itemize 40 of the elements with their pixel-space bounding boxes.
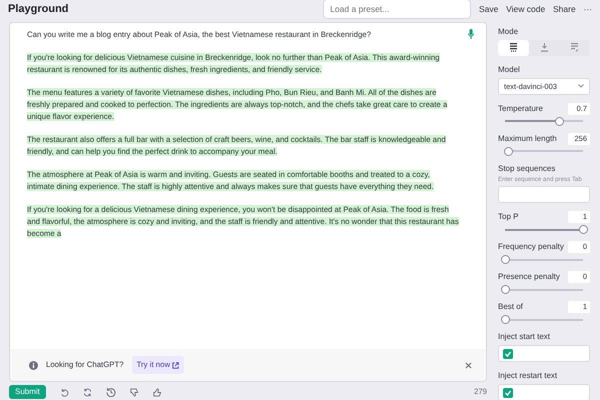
history-icon[interactable] (106, 387, 116, 397)
field-label: Stop sequences (498, 162, 556, 175)
header-action-button[interactable]: Share (553, 2, 576, 16)
complete-mode-tab[interactable] (498, 40, 529, 56)
microphone-icon[interactable] (468, 29, 474, 39)
info-icon (29, 360, 38, 370)
input-field[interactable] (498, 186, 590, 204)
download-icon (540, 43, 548, 52)
thumbs-up-icon[interactable] (152, 388, 162, 396)
chevron-down-icon (578, 84, 584, 88)
slider-thumb[interactable] (578, 225, 588, 234)
more-button[interactable]: ··· (584, 2, 592, 16)
preset-select[interactable]: Load a preset... (323, 0, 472, 19)
slider-thumb[interactable] (555, 116, 564, 126)
undo-icon[interactable] (60, 388, 69, 396)
checkbox[interactable] (503, 349, 513, 360)
field-label: Inject restart text (498, 370, 558, 382)
field-label: Frequency penalty (498, 241, 564, 254)
slider-thumb[interactable] (500, 315, 510, 324)
field-label: Best of (498, 301, 523, 314)
header-action-button[interactable]: Save (478, 2, 498, 16)
checkbox[interactable] (503, 388, 513, 398)
refresh-icon[interactable] (82, 388, 92, 396)
slider-thumb[interactable] (504, 146, 514, 156)
close-icon[interactable] (465, 362, 472, 368)
lines-icon (510, 43, 517, 52)
field-label: Top P (498, 211, 518, 224)
field-label: Inject start text (498, 331, 552, 344)
field-label: Model (498, 64, 521, 76)
external-link-icon (172, 362, 180, 369)
field-label: Presence penalty (498, 271, 560, 284)
field-label: Mode (498, 26, 520, 38)
header-action-button[interactable]: View code (506, 2, 546, 16)
thumbs-down-icon[interactable] (130, 388, 139, 396)
slider-thumb[interactable] (500, 285, 510, 294)
edit-lines-icon (571, 43, 578, 52)
field-label: Maximum length (498, 132, 557, 145)
field-label: Temperature (498, 102, 543, 115)
page-title: Playground (8, 2, 69, 17)
slider-thumb[interactable] (500, 255, 510, 264)
